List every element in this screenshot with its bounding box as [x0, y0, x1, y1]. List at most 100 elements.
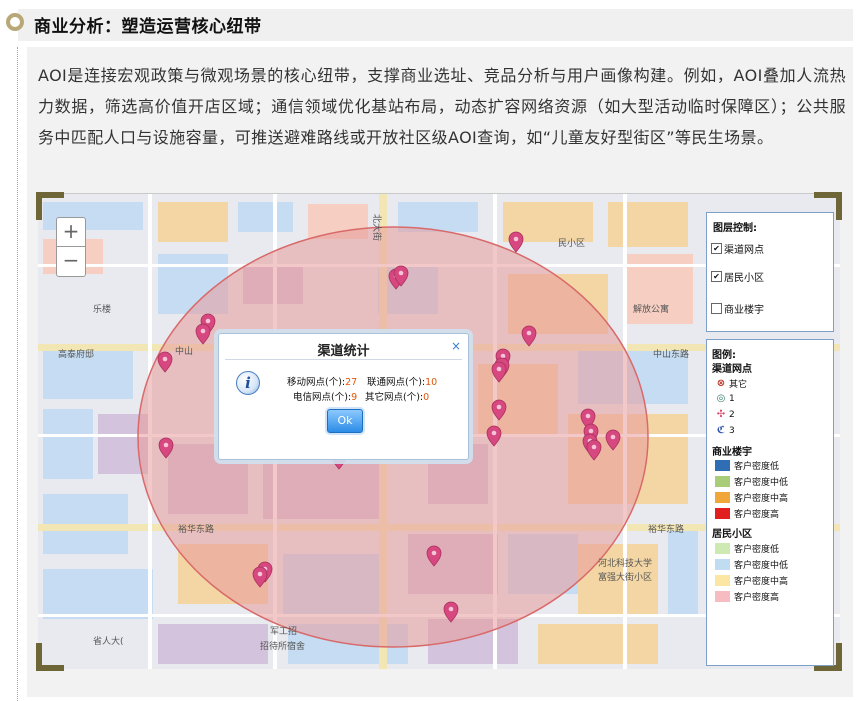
legend-label: 客户密度低	[734, 545, 780, 555]
map-label-yuhua-left: 裕华东路	[178, 523, 214, 535]
legend-label: 客户密度中低	[734, 478, 789, 488]
legend-item: 客户密度中低	[715, 558, 788, 571]
legend-item: 客户密度高	[715, 590, 779, 603]
layer-toggle-business[interactable]: 商业楼宇	[711, 301, 764, 316]
stat-label: 电信网点(个):	[293, 392, 352, 403]
legend-label: 客户密度中低	[734, 561, 789, 571]
pin-center	[610, 434, 616, 440]
legend-item: ⊗ 其它	[715, 377, 747, 390]
close-icon[interactable]: ×	[451, 339, 461, 353]
map-figure: 北大街 中山东路 中山 裕华东路 裕华东路 民小区 解放公寓 乐楼 高泰府邸 河…	[36, 192, 842, 671]
stat-label: 移动网点(个):	[287, 377, 346, 388]
other-count: 其它网点(个):0	[365, 389, 429, 403]
legend-business-header: 商业楼宇	[712, 447, 752, 458]
legend-item: ℭ 3	[715, 425, 735, 436]
pin-center	[585, 413, 591, 419]
unicom-channel-icon: ✣	[716, 409, 726, 420]
legend-label: 客户密度高	[734, 510, 780, 520]
legend-swatch	[715, 543, 730, 554]
intro-paragraph: AOI是连接宏观政策与微观场景的核心纽带，支撑商业选址、竞品分析与用户画像构建。…	[38, 66, 846, 147]
other-channel-icon: ⊗	[716, 378, 726, 389]
pin-center	[500, 353, 506, 359]
legend-label: 客户密度中高	[734, 577, 789, 587]
map-label-zhongshan-east: 中山东路	[653, 348, 689, 360]
map-label-fuqiang: 富强大街小区	[598, 571, 652, 583]
zoom-out-button[interactable]: −	[57, 246, 85, 275]
checkbox-icon[interactable]: ✔	[711, 243, 722, 254]
legend-label: 2	[729, 409, 735, 420]
layer-toggle-channels[interactable]: ✔ 渠道网点	[711, 241, 764, 256]
mobile-count: 移动网点(个):27	[287, 374, 357, 388]
map-label-north-road: 北大街	[371, 214, 383, 241]
location-pin-icon[interactable]	[508, 231, 524, 253]
pin-center	[496, 404, 502, 410]
layer-toggle-residential[interactable]: ✔ 居民小区	[711, 269, 764, 284]
unicom-count: 联通网点(个):10	[367, 374, 437, 388]
layer-control-title: 图层控制:	[713, 223, 757, 234]
info-icon: i	[236, 371, 260, 395]
map-label-residential: 民小区	[558, 238, 585, 249]
checkbox-icon[interactable]: ✔	[711, 271, 722, 282]
legend-label: 客户密度高	[734, 593, 780, 603]
legend-label: 客户密度中高	[734, 494, 789, 504]
layer-control-panel: 图层控制: ✔ 渠道网点 ✔ 居民小区 商业楼宇	[706, 212, 834, 332]
stat-label: 联通网点(个):	[367, 377, 426, 388]
stat-value: 27	[345, 377, 358, 388]
legend-item: 客户密度中高	[715, 491, 788, 504]
section-title: 商业分析：塑造运营核心纽带	[34, 17, 262, 37]
legend-label: 其它	[729, 380, 748, 390]
legend-item: ✣ 2	[715, 409, 735, 420]
legend-item: 客户密度高	[715, 507, 779, 520]
map-label-people: 省人大(	[93, 635, 124, 647]
checkbox-icon[interactable]	[711, 303, 722, 314]
legend-swatch	[715, 575, 730, 586]
legend-item: 客户密度低	[715, 459, 779, 472]
pin-center	[588, 428, 594, 434]
legend-item: 客户密度中低	[715, 475, 788, 488]
pin-center	[398, 270, 404, 276]
dialog-title: 渠道统计	[317, 344, 370, 359]
legend-swatch	[715, 508, 730, 519]
legend-item: 客户密度中高	[715, 574, 788, 587]
legend-item: 客户密度低	[715, 542, 779, 555]
pin-center	[513, 236, 519, 242]
pin-center	[591, 444, 597, 450]
pin-center	[448, 606, 454, 612]
legend-title: 图例:	[712, 350, 736, 361]
map-label-junzhi: 军工招	[270, 625, 297, 637]
stat-value: 9	[351, 392, 358, 403]
zoom-in-button[interactable]: +	[57, 218, 85, 246]
pin-center	[496, 366, 502, 372]
legend-swatch	[715, 460, 730, 471]
stat-value: 0	[423, 392, 430, 403]
map-label-yuhua-right: 裕华东路	[648, 523, 684, 535]
map-label-shengfu: 高泰府邸	[58, 348, 94, 360]
map-label-community: 解放公寓	[633, 303, 669, 315]
pin-center	[162, 356, 168, 362]
pin-center	[526, 330, 532, 336]
legend-swatch	[715, 591, 730, 602]
map-label-hostel: 招待所宿舍	[260, 640, 305, 652]
legend-item: ◎ 1	[715, 393, 735, 404]
section-heading: 商业分析：塑造运营核心纽带	[0, 0, 867, 46]
legend-label: 3	[729, 425, 735, 436]
legend-swatch	[715, 476, 730, 487]
telecom-count: 电信网点(个):9	[293, 389, 357, 403]
map-label-leyuan: 乐楼	[93, 303, 111, 315]
zoom-control: + −	[56, 217, 86, 277]
heading-bullet-icon	[6, 13, 24, 31]
layer-label: 渠道网点	[724, 245, 764, 256]
stat-value: 10	[425, 377, 438, 388]
stat-label: 其它网点(个):	[365, 392, 424, 403]
pin-center	[163, 442, 169, 448]
legend-label: 客户密度低	[734, 462, 780, 472]
legend-residential-header: 居民小区	[712, 529, 752, 540]
pin-center	[205, 318, 211, 324]
legend-swatch	[715, 559, 730, 570]
map-label-hebei-univ: 河北科技大学	[598, 557, 652, 569]
layer-label: 商业楼宇	[724, 305, 764, 316]
pin-center	[491, 430, 497, 436]
ok-button[interactable]: Ok	[327, 409, 363, 433]
legend-panel: 图例: 渠道网点 ⊗ 其它 ◎ 1 ✣ 2 ℭ 3 商业楼宇 客户密度低 客户密…	[706, 339, 834, 666]
decorative-dotted-line	[17, 47, 18, 701]
